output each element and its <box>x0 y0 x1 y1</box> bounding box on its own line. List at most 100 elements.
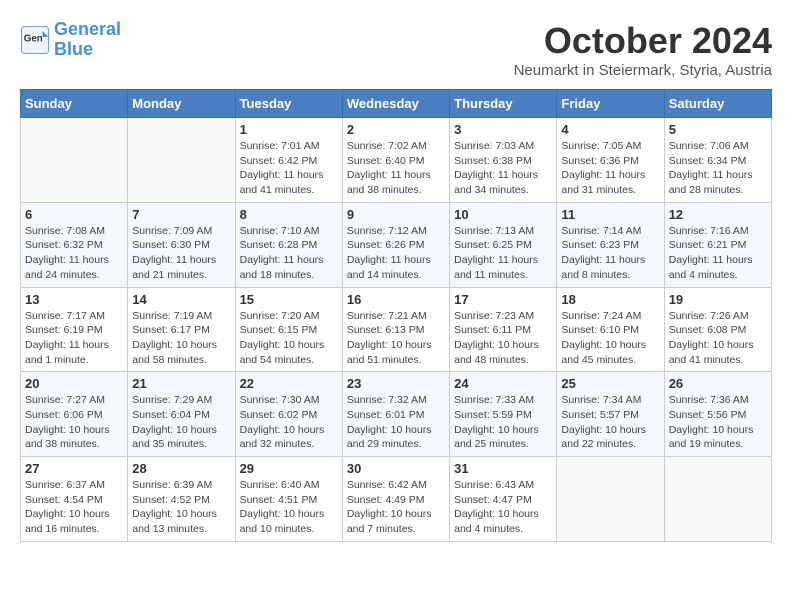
day-info: Sunrise: 7:03 AM Sunset: 6:38 PM Dayligh… <box>454 139 552 198</box>
calendar-cell: 14Sunrise: 7:19 AM Sunset: 6:17 PM Dayli… <box>128 287 235 372</box>
day-number: 29 <box>240 461 338 476</box>
calendar-cell: 2 Sunrise: 7:02 AM Sunset: 6:40 PM Daylig… <box>342 118 449 203</box>
weekday-header: Tuesday <box>235 90 342 118</box>
calendar-cell: 1 Sunrise: 7:01 AM Sunset: 6:42 PM Daylig… <box>235 118 342 203</box>
day-number: 17 <box>454 292 552 307</box>
day-number: 26 <box>669 376 767 391</box>
day-number: 25 <box>561 376 659 391</box>
day-info: Sunrise: 7:21 AM Sunset: 6:13 PM Dayligh… <box>347 309 445 368</box>
day-info: Sunrise: 7:09 AM Sunset: 6:30 PM Dayligh… <box>132 224 230 283</box>
day-info: Sunrise: 7:23 AM Sunset: 6:11 PM Dayligh… <box>454 309 552 368</box>
calendar-week-row: 1 Sunrise: 7:01 AM Sunset: 6:42 PM Daylig… <box>21 118 772 203</box>
calendar-week-row: 27 Sunrise: 6:37 AM Sunset: 4:54 PM Dayli… <box>21 457 772 542</box>
day-number: 3 <box>454 122 552 137</box>
calendar-header-row: SundayMondayTuesdayWednesdayThursdayFrid… <box>21 90 772 118</box>
calendar-cell: 29 Sunrise: 6:40 AM Sunset: 4:51 PM Dayli… <box>235 457 342 542</box>
day-number: 11 <box>561 207 659 222</box>
calendar-cell: 18 Sunrise: 7:24 AM Sunset: 6:10 PM Dayli… <box>557 287 664 372</box>
calendar-cell: 12Sunrise: 7:16 AM Sunset: 6:21 PM Dayli… <box>664 202 771 287</box>
calendar-week-row: 20 Sunrise: 7:27 AM Sunset: 6:06 PM Dayli… <box>21 372 772 457</box>
day-number: 21 <box>132 376 230 391</box>
day-info: Sunrise: 7:01 AM Sunset: 6:42 PM Dayligh… <box>240 139 338 198</box>
calendar-cell <box>21 118 128 203</box>
weekday-header: Friday <box>557 90 664 118</box>
day-info: Sunrise: 7:14 AM Sunset: 6:23 PM Dayligh… <box>561 224 659 283</box>
calendar-cell: 26Sunrise: 7:36 AM Sunset: 5:56 PM Dayli… <box>664 372 771 457</box>
day-number: 23 <box>347 376 445 391</box>
svg-text:Gen: Gen <box>24 33 43 44</box>
day-info: Sunrise: 6:40 AM Sunset: 4:51 PM Dayligh… <box>240 478 338 537</box>
logo-icon: Gen <box>20 25 50 55</box>
day-number: 24 <box>454 376 552 391</box>
day-info: Sunrise: 7:30 AM Sunset: 6:02 PM Dayligh… <box>240 393 338 452</box>
day-info: Sunrise: 7:20 AM Sunset: 6:15 PM Dayligh… <box>240 309 338 368</box>
calendar-cell: 25Sunrise: 7:34 AM Sunset: 5:57 PM Dayli… <box>557 372 664 457</box>
day-info: Sunrise: 6:39 AM Sunset: 4:52 PM Dayligh… <box>132 478 230 537</box>
weekday-header: Sunday <box>21 90 128 118</box>
calendar-cell: 15 Sunrise: 7:20 AM Sunset: 6:15 PM Dayli… <box>235 287 342 372</box>
day-number: 8 <box>240 207 338 222</box>
month-title: October 2024 <box>514 20 772 62</box>
day-number: 1 <box>240 122 338 137</box>
calendar-cell: 6Sunrise: 7:08 AM Sunset: 6:32 PM Daylig… <box>21 202 128 287</box>
day-number: 2 <box>347 122 445 137</box>
logo-line1: General <box>54 19 121 39</box>
title-area: October 2024 Neumarkt in Steiermark, Sty… <box>514 20 772 79</box>
day-number: 10 <box>454 207 552 222</box>
calendar-cell: 19Sunrise: 7:26 AM Sunset: 6:08 PM Dayli… <box>664 287 771 372</box>
calendar-cell <box>664 457 771 542</box>
calendar-cell: 30Sunrise: 6:42 AM Sunset: 4:49 PM Dayli… <box>342 457 449 542</box>
calendar-week-row: 6Sunrise: 7:08 AM Sunset: 6:32 PM Daylig… <box>21 202 772 287</box>
day-number: 14 <box>132 292 230 307</box>
calendar-cell: 23 Sunrise: 7:32 AM Sunset: 6:01 PM Dayli… <box>342 372 449 457</box>
location: Neumarkt in Steiermark, Styria, Austria <box>514 62 772 79</box>
day-info: Sunrise: 7:24 AM Sunset: 6:10 PM Dayligh… <box>561 309 659 368</box>
day-info: Sunrise: 6:37 AM Sunset: 4:54 PM Dayligh… <box>25 478 123 537</box>
calendar-cell: 22Sunrise: 7:30 AM Sunset: 6:02 PM Dayli… <box>235 372 342 457</box>
calendar-cell: 5 Sunrise: 7:06 AM Sunset: 6:34 PM Daylig… <box>664 118 771 203</box>
day-number: 7 <box>132 207 230 222</box>
day-number: 9 <box>347 207 445 222</box>
calendar-cell: 3 Sunrise: 7:03 AM Sunset: 6:38 PM Daylig… <box>450 118 557 203</box>
calendar-cell: 11 Sunrise: 7:14 AM Sunset: 6:23 PM Dayli… <box>557 202 664 287</box>
day-number: 18 <box>561 292 659 307</box>
day-number: 27 <box>25 461 123 476</box>
day-info: Sunrise: 7:27 AM Sunset: 6:06 PM Dayligh… <box>25 393 123 452</box>
weekday-header: Thursday <box>450 90 557 118</box>
weekday-header: Wednesday <box>342 90 449 118</box>
day-number: 28 <box>132 461 230 476</box>
day-info: Sunrise: 6:43 AM Sunset: 4:47 PM Dayligh… <box>454 478 552 537</box>
calendar-cell: 31 Sunrise: 6:43 AM Sunset: 4:47 PM Dayli… <box>450 457 557 542</box>
logo-text: General Blue <box>54 20 121 60</box>
calendar-cell: 10Sunrise: 7:13 AM Sunset: 6:25 PM Dayli… <box>450 202 557 287</box>
weekday-header: Saturday <box>664 90 771 118</box>
calendar-cell: 24Sunrise: 7:33 AM Sunset: 5:59 PM Dayli… <box>450 372 557 457</box>
day-number: 15 <box>240 292 338 307</box>
day-info: Sunrise: 7:06 AM Sunset: 6:34 PM Dayligh… <box>669 139 767 198</box>
calendar-cell <box>128 118 235 203</box>
day-info: Sunrise: 7:17 AM Sunset: 6:19 PM Dayligh… <box>25 309 123 368</box>
day-number: 5 <box>669 122 767 137</box>
calendar-cell: 27 Sunrise: 6:37 AM Sunset: 4:54 PM Dayli… <box>21 457 128 542</box>
day-number: 6 <box>25 207 123 222</box>
day-number: 20 <box>25 376 123 391</box>
calendar-table: SundayMondayTuesdayWednesdayThursdayFrid… <box>20 89 772 542</box>
day-number: 31 <box>454 461 552 476</box>
day-info: Sunrise: 7:12 AM Sunset: 6:26 PM Dayligh… <box>347 224 445 283</box>
day-info: Sunrise: 7:26 AM Sunset: 6:08 PM Dayligh… <box>669 309 767 368</box>
page-header: Gen General Blue October 2024 Neumarkt i… <box>20 20 772 79</box>
day-number: 13 <box>25 292 123 307</box>
calendar-cell <box>557 457 664 542</box>
calendar-cell: 16Sunrise: 7:21 AM Sunset: 6:13 PM Dayli… <box>342 287 449 372</box>
day-info: Sunrise: 7:02 AM Sunset: 6:40 PM Dayligh… <box>347 139 445 198</box>
day-number: 12 <box>669 207 767 222</box>
calendar-cell: 21 Sunrise: 7:29 AM Sunset: 6:04 PM Dayli… <box>128 372 235 457</box>
day-info: Sunrise: 7:32 AM Sunset: 6:01 PM Dayligh… <box>347 393 445 452</box>
calendar-cell: 28 Sunrise: 6:39 AM Sunset: 4:52 PM Dayli… <box>128 457 235 542</box>
calendar-cell: 20 Sunrise: 7:27 AM Sunset: 6:06 PM Dayli… <box>21 372 128 457</box>
day-info: Sunrise: 7:29 AM Sunset: 6:04 PM Dayligh… <box>132 393 230 452</box>
day-number: 30 <box>347 461 445 476</box>
day-info: Sunrise: 7:05 AM Sunset: 6:36 PM Dayligh… <box>561 139 659 198</box>
logo: Gen General Blue <box>20 20 121 60</box>
day-number: 4 <box>561 122 659 137</box>
